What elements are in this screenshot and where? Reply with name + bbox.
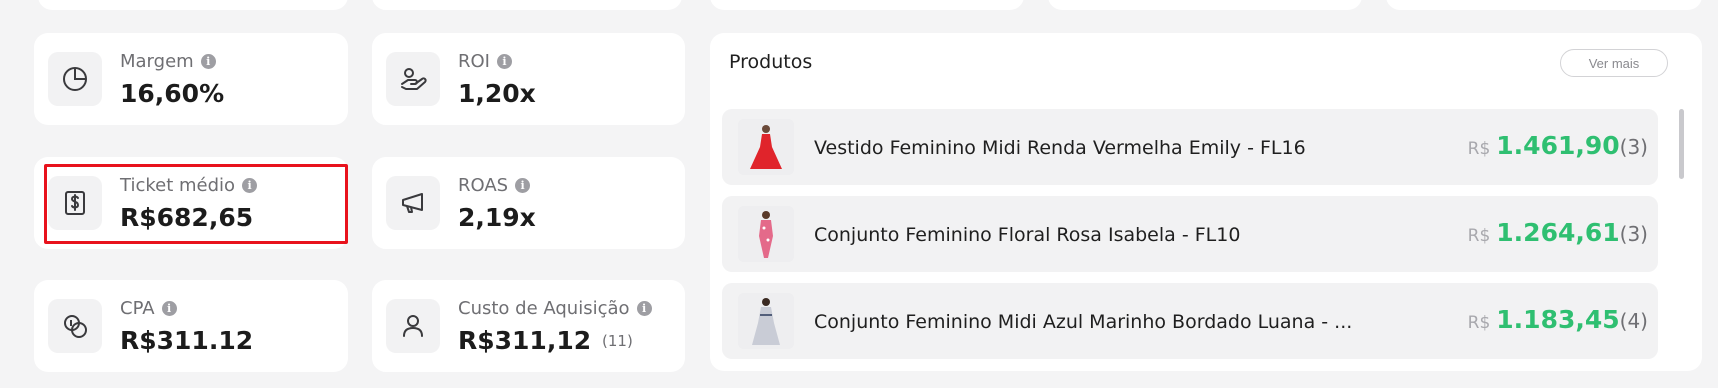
product-list-scrollbar[interactable] [1679, 109, 1684, 179]
ticket-medio-label: Ticket médio [120, 175, 236, 196]
product-price: R$ 1.461,90 (3) [1468, 131, 1648, 160]
roas-value: 2,19x [458, 203, 536, 232]
margem-value: 16,60% [120, 79, 225, 108]
roas-label-row: ROAS i [458, 175, 531, 196]
info-icon[interactable]: i [515, 178, 531, 193]
custo-label-row: Custo de Aquisição i [458, 298, 652, 319]
user-icon [386, 299, 440, 353]
info-icon[interactable]: i [242, 178, 258, 193]
top-card-5 [1386, 0, 1702, 10]
produtos-panel: Produtos Ver mais Vestido Feminino Midi … [710, 33, 1702, 371]
metric-card-cpa: CPA i R$311.12 [34, 280, 348, 372]
custo-aquisicao-label: Custo de Aquisição [458, 298, 630, 319]
cpa-label: CPA [120, 298, 155, 319]
metric-card-roi: ROI i 1,20x [372, 33, 685, 125]
price-currency: R$ [1467, 313, 1491, 333]
roi-value: 1,20x [458, 79, 536, 108]
margem-label: Margem [120, 51, 194, 72]
cpa-label-row: CPA i [120, 298, 177, 319]
product-thumbnail [738, 293, 794, 349]
top-card-1 [38, 0, 348, 10]
top-card-3 [710, 0, 1024, 10]
ticket-label-row: Ticket médio i [120, 175, 258, 196]
dollar-receipt-icon [48, 176, 102, 230]
pie-chart-icon [48, 52, 102, 106]
product-thumbnail [738, 119, 794, 175]
margem-label-row: Margem i [120, 51, 216, 72]
price-quantity: (4) [1619, 309, 1648, 333]
product-price: R$ 1.264,61 (3) [1468, 218, 1648, 247]
product-price: R$ 1.183,45 (4) [1468, 305, 1648, 334]
roi-label: ROI [458, 51, 490, 72]
product-row[interactable]: Vestido Feminino Midi Renda Vermelha Emi… [722, 109, 1658, 185]
metric-card-margem: Margem i 16,60% [34, 33, 348, 125]
info-icon[interactable]: i [496, 54, 512, 69]
product-name: Conjunto Feminino Midi Azul Marinho Bord… [814, 311, 1353, 333]
price-currency: R$ [1467, 139, 1491, 159]
product-thumbnail [738, 206, 794, 262]
ver-mais-button[interactable]: Ver mais [1560, 49, 1668, 77]
top-card-4 [1048, 0, 1362, 10]
product-name: Conjunto Feminino Floral Rosa Isabela - … [814, 224, 1241, 246]
metric-card-ticket-medio: Ticket médio i R$682,65 [34, 157, 348, 249]
price-currency: R$ [1467, 226, 1491, 246]
cpa-value: R$311.12 [120, 326, 254, 355]
price-amount: 1.264,61 [1496, 218, 1620, 247]
metric-card-custo-aquisicao: Custo de Aquisição i R$311,12 (11) [372, 280, 685, 372]
hand-coins-icon [386, 52, 440, 106]
roi-label-row: ROI i [458, 51, 512, 72]
custo-aquisicao-count: (11) [602, 332, 633, 350]
price-quantity: (3) [1619, 135, 1648, 159]
coins-icon [48, 299, 102, 353]
metric-card-roas: ROAS i 2,19x [372, 157, 685, 249]
info-icon[interactable]: i [200, 54, 216, 69]
price-amount: 1.461,90 [1496, 131, 1620, 160]
megaphone-icon [386, 176, 440, 230]
roas-label: ROAS [458, 175, 509, 196]
top-card-2 [372, 0, 682, 10]
info-icon[interactable]: i [636, 301, 652, 316]
price-quantity: (3) [1619, 222, 1648, 246]
product-name: Vestido Feminino Midi Renda Vermelha Emi… [814, 137, 1306, 159]
info-icon[interactable]: i [161, 301, 177, 316]
product-row[interactable]: Conjunto Feminino Midi Azul Marinho Bord… [722, 283, 1658, 359]
ticket-medio-value: R$682,65 [120, 203, 254, 232]
produtos-title: Produtos [729, 51, 813, 73]
custo-aquisicao-value: R$311,12 [458, 326, 592, 355]
product-row[interactable]: Conjunto Feminino Floral Rosa Isabela - … [722, 196, 1658, 272]
price-amount: 1.183,45 [1496, 305, 1620, 334]
